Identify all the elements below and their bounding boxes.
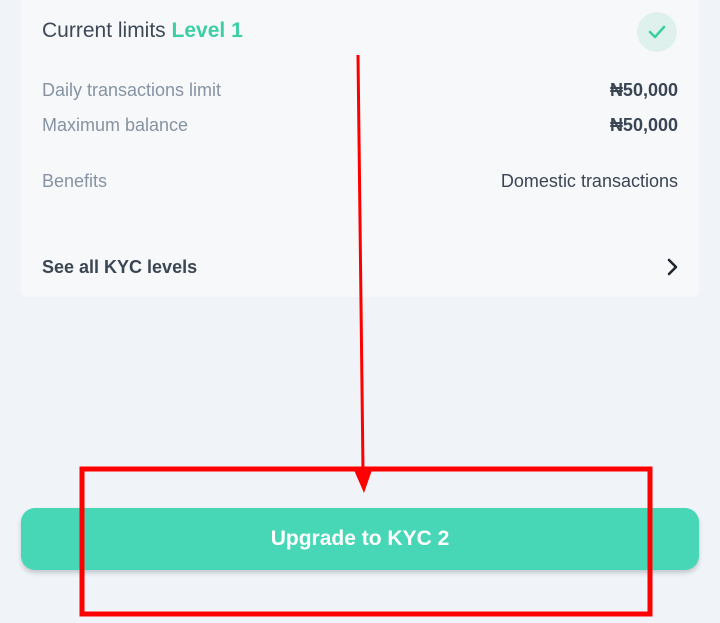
check-icon [637,12,677,52]
see-all-kyc-levels-link[interactable]: See all KYC levels [42,254,678,280]
limits-title-prefix: Current limits [42,19,166,42]
chevron-right-icon [667,258,678,276]
limits-title: Current limits Level 1 [42,19,243,43]
benefits-label: Benefits [42,170,108,191]
benefits-value: Domestic transactions [500,170,678,191]
max-balance-row: Maximum balance ₦50,000 [42,113,678,137]
daily-limit-row: Daily transactions limit ₦50,000 [42,78,678,102]
check-icon-glyph [648,25,666,39]
max-balance-label: Maximum balance [42,114,189,135]
daily-limit-label: Daily transactions limit [42,79,222,100]
upgrade-to-kyc2-button[interactable]: Upgrade to KYC 2 [21,508,699,570]
limits-card: Current limits Level 1 Daily transaction… [21,0,699,297]
daily-limit-value: ₦50,000 [609,79,678,100]
current-level: Level 1 [171,19,243,42]
see-all-kyc-levels-label: See all KYC levels [42,256,198,277]
annotation-arrow-head [354,470,372,493]
max-balance-value: ₦50,000 [609,114,678,135]
benefits-row: Benefits Domestic transactions [42,169,678,193]
